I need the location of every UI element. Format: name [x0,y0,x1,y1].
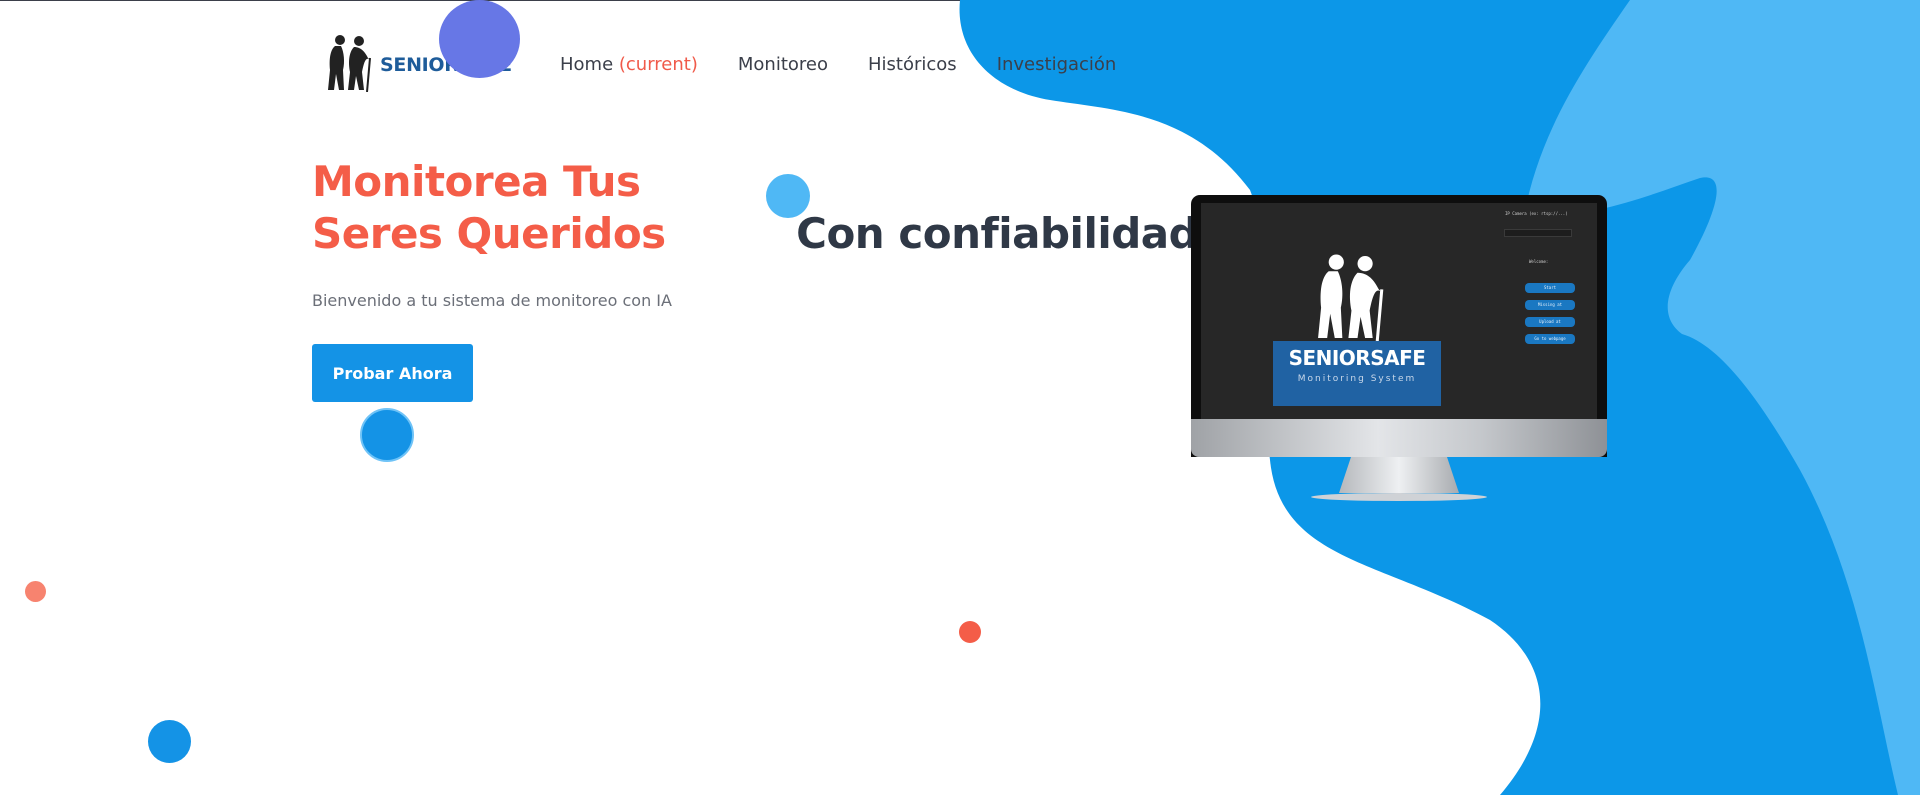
panel-title: IP Camera (ex: rtsp://...) [1505,211,1568,216]
decor-circle-blue-small [148,720,191,763]
nav-current-indicator: (current) [618,54,698,75]
decor-circle-red [959,621,981,643]
app-brand-box: SENIORSAFE Monitoring System [1273,341,1441,406]
app-brand-tag: Monitoring System [1297,374,1417,384]
panel-button-missing: Missing at [1525,300,1575,310]
app-brand-name: SENIORSAFE [1288,346,1426,370]
background-blobs [959,0,1920,795]
nav-home[interactable]: Home (current) [560,54,698,75]
main-nav: Home (current) Monitoreo Históricos Inve… [560,54,1116,75]
nav-home-label: Home [560,54,614,75]
monitor-bezel: SENIORSAFE Monitoring System IP Camera (… [1191,195,1607,457]
monitor-screen: SENIORSAFE Monitoring System IP Camera (… [1201,203,1597,419]
app-logo: SENIORSAFE Monitoring System [1273,251,1441,411]
panel-input [1504,229,1572,237]
monitor-chin [1191,419,1607,457]
hero-subtitle: Bienvenido a tu sistema de monitoreo con… [312,291,672,310]
monitor-mockup: SENIORSAFE Monitoring System IP Camera (… [1191,195,1607,505]
hero-title-accent: Monitorea Tus Seres Queridos [312,157,666,258]
panel-button-webpage: Go to webpage [1525,334,1575,344]
panel-button-upload: Upload at [1525,317,1575,327]
monitor-base [1311,493,1487,501]
hero-title-dark: Con confiabilidad [796,209,1199,258]
decor-circle-salmon [25,581,46,602]
panel-button-start: Start [1525,283,1575,293]
decor-circle-blue [360,408,414,462]
monitor-stand [1339,457,1459,493]
nav-historicos[interactable]: Históricos [868,54,957,75]
elderly-couple-icon [328,35,371,92]
try-now-button[interactable]: Probar Ahora [312,344,473,402]
nav-monitoreo[interactable]: Monitoreo [738,54,828,75]
nav-investigacion[interactable]: Investigación [997,54,1117,75]
elderly-couple-icon [1318,254,1384,341]
hero-title: Monitorea Tus Seres Queridos Con confiab… [312,156,1199,260]
panel-label: Welcome: [1529,259,1549,264]
decor-circle-purple [439,0,520,78]
